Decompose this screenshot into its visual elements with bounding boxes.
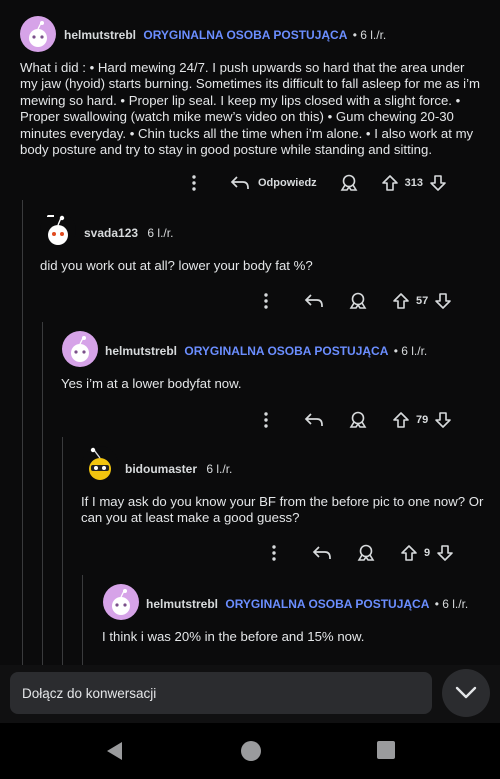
comment-actions: 9 [264, 541, 454, 565]
more-options-button[interactable] [256, 293, 276, 309]
avatar[interactable] [20, 16, 56, 52]
system-nav-bar [0, 723, 500, 779]
upvote-button[interactable] [392, 411, 410, 429]
reply-label: Odpowiedz [258, 177, 317, 189]
chevron-down-icon [455, 686, 477, 699]
upvote-button[interactable] [400, 544, 418, 562]
comment-age: 6 l./r. [206, 462, 233, 476]
reply-arrow-icon [304, 294, 323, 307]
snoo-avatar-icon [47, 215, 68, 245]
comment-actions: 79 [256, 408, 452, 432]
nav-recents-icon [377, 741, 395, 759]
comment-age: 6 l./r. [147, 226, 174, 240]
more-options-button[interactable] [180, 175, 208, 191]
nav-home-button[interactable] [240, 740, 262, 762]
reply-button[interactable] [304, 293, 324, 309]
comment-meta: svada123 6 l./r. [84, 226, 173, 240]
avatar[interactable] [62, 331, 98, 367]
username[interactable]: helmutstrebl [64, 28, 136, 42]
join-conversation-input[interactable]: Dołącz do konwersacji [10, 672, 432, 714]
avatar[interactable] [40, 212, 76, 248]
snoo-avatar-icon [112, 589, 130, 615]
comment-meta: helmutstrebl ORYGINALNA OSOBA POSTUJĄCA … [64, 28, 386, 42]
upvote-arrow-icon [401, 545, 417, 561]
thread-line [42, 322, 43, 665]
award-icon [357, 544, 375, 561]
comment-meta: bidoumaster 6 l./r. [125, 462, 232, 476]
nav-back-icon [107, 742, 122, 760]
comment-age: • 6 l./r. [434, 597, 469, 611]
comment-meta: helmutstrebl ORYGINALNA OSOBA POSTUJĄCA … [146, 597, 468, 611]
username[interactable]: helmutstrebl [105, 344, 177, 358]
comment-meta: helmutstrebl ORYGINALNA OSOBA POSTUJĄCA … [105, 344, 427, 358]
downvote-arrow-icon [435, 412, 452, 428]
downvote-button[interactable] [434, 411, 452, 429]
more-options-button[interactable] [256, 412, 276, 428]
more-vertical-icon [264, 293, 268, 309]
reply-arrow-icon [312, 546, 331, 559]
upvote-arrow-icon [393, 412, 409, 428]
award-icon [340, 174, 358, 191]
downvote-arrow-icon [437, 545, 453, 561]
downvote-button[interactable] [434, 292, 452, 310]
award-button[interactable] [348, 411, 368, 429]
more-vertical-icon [272, 545, 276, 561]
avatar[interactable] [103, 584, 139, 620]
vote-count: 79 [416, 414, 429, 426]
reply-button[interactable] [304, 412, 324, 428]
downvote-arrow-icon [430, 175, 446, 191]
comment-body: I think i was 20% in the before and 15% … [102, 629, 365, 644]
vote-count: 57 [416, 295, 429, 307]
comment-body: did you work out at all? lower your body… [40, 258, 313, 273]
reply-arrow-icon [304, 413, 323, 426]
nav-back-button[interactable] [104, 740, 124, 762]
upvote-arrow-icon [381, 175, 398, 191]
op-badge: ORYGINALNA OSOBA POSTUJĄCA [225, 597, 430, 611]
reply-arrow-icon [230, 176, 249, 189]
upvote-arrow-icon [393, 293, 409, 309]
nav-recents-button[interactable] [376, 740, 396, 760]
award-button[interactable] [339, 174, 359, 192]
more-options-button[interactable] [264, 545, 284, 561]
comment-body: If I may ask do you know your BF from th… [81, 494, 484, 526]
comment-age: • 6 l./r. [352, 28, 387, 42]
scroll-down-button[interactable] [442, 669, 490, 717]
award-button[interactable] [356, 544, 376, 562]
op-badge: ORYGINALNA OSOBA POSTUJĄCA [184, 344, 389, 358]
thread-line [22, 200, 23, 665]
username[interactable]: svada123 [84, 226, 138, 240]
reply-button[interactable]: Odpowiedz [230, 175, 317, 191]
username[interactable]: helmutstrebl [146, 597, 218, 611]
comment-actions: 57 [256, 289, 452, 313]
downvote-arrow-icon [435, 293, 452, 309]
award-button[interactable] [348, 292, 368, 310]
comment-body: Yes i’m at a lower bodyfat now. [61, 376, 242, 391]
comment-actions: Odpowiedz 313 [180, 171, 447, 195]
award-icon [349, 292, 367, 309]
vote-count: 313 [404, 177, 424, 189]
downvote-button[interactable] [429, 174, 447, 192]
more-vertical-icon [192, 175, 196, 191]
snoo-avatar-icon [71, 336, 89, 362]
upvote-button[interactable] [392, 292, 410, 310]
comment-age: • 6 l./r. [393, 344, 428, 358]
username[interactable]: bidoumaster [125, 462, 197, 476]
snoo-avatar-icon [89, 447, 111, 480]
more-vertical-icon [264, 412, 268, 428]
thread-line [62, 437, 63, 665]
vote-count: 9 [424, 547, 431, 559]
comment-body: What i did : • Hard mewing 24/7. I push … [20, 60, 481, 158]
snoo-avatar-icon [29, 21, 47, 47]
award-icon [349, 411, 367, 428]
join-placeholder: Dołącz do konwersacji [22, 685, 157, 701]
upvote-button[interactable] [381, 174, 399, 192]
op-badge: ORYGINALNA OSOBA POSTUJĄCA [143, 28, 348, 42]
thread-line [82, 575, 83, 665]
reply-button[interactable] [312, 545, 332, 561]
downvote-button[interactable] [436, 544, 454, 562]
nav-home-icon [241, 741, 261, 761]
avatar[interactable] [82, 446, 118, 482]
